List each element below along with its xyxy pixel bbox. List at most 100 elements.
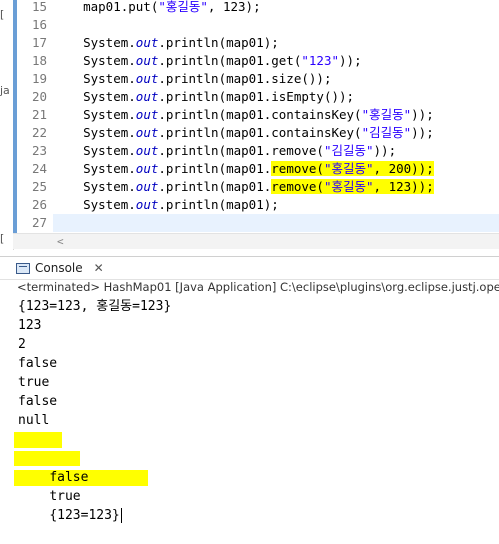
console-icon bbox=[16, 262, 30, 274]
output-line: {123=123, 홍길동=123} bbox=[18, 297, 499, 316]
line-number: 18 bbox=[31, 53, 47, 68]
output-text: true bbox=[18, 375, 50, 390]
static-field: out bbox=[135, 71, 159, 86]
line-number: 23 bbox=[31, 143, 47, 158]
line-number: 20 bbox=[31, 89, 47, 104]
output-text: false bbox=[18, 394, 58, 409]
line-number: 22 bbox=[31, 125, 47, 140]
line-number-gutter: 15 16 17 18 19 20 21 22 23 24 25 26 27 bbox=[17, 0, 53, 233]
static-field: out bbox=[135, 107, 159, 122]
string-literal: "홍길동" bbox=[323, 179, 374, 194]
output-line: null bbox=[18, 411, 499, 430]
string-literal: "김길동" bbox=[361, 125, 412, 140]
code-token: System. bbox=[53, 125, 136, 140]
code-token: System. bbox=[53, 71, 136, 86]
code-token: System. bbox=[53, 179, 136, 194]
code-token: .println(map01); bbox=[158, 197, 279, 212]
string-literal: "123" bbox=[301, 53, 340, 68]
static-field: out bbox=[135, 53, 159, 68]
code-line: System.out.println(map01); bbox=[53, 196, 279, 214]
code-line: map01.put("홍길동", 123); bbox=[53, 0, 261, 16]
string-literal: "김길동" bbox=[323, 143, 374, 158]
code-token: System. bbox=[53, 107, 136, 122]
highlighted-code: remove( bbox=[271, 161, 324, 176]
highlighted-code: , 200)); bbox=[373, 161, 434, 176]
line-number: 19 bbox=[31, 71, 47, 86]
static-field: out bbox=[135, 35, 159, 50]
scroll-left-icon[interactable]: < bbox=[57, 234, 64, 249]
code-token: .println(map01.remove( bbox=[158, 143, 324, 158]
code-token: System. bbox=[53, 53, 136, 68]
static-field: out bbox=[135, 125, 159, 140]
tab-console-label: Console bbox=[35, 261, 83, 275]
code-line: System.out.println(map01.containsKey("김길… bbox=[53, 124, 434, 142]
string-literal: "홍길동" bbox=[158, 0, 208, 14]
code-token: System. bbox=[53, 143, 136, 158]
output-text: {123=123, 홍길동=123} bbox=[18, 299, 172, 314]
code-token: System. bbox=[53, 161, 136, 176]
code-token: )); bbox=[373, 143, 397, 158]
code-line: System.out.println(map01.get("123")); bbox=[53, 52, 362, 70]
output-line: true bbox=[14, 449, 499, 504]
line-number: 15 bbox=[31, 0, 47, 14]
current-line-highlight bbox=[53, 214, 499, 232]
code-token: System. bbox=[53, 35, 136, 50]
line-number: 27 bbox=[31, 215, 47, 230]
static-field: out bbox=[135, 179, 159, 194]
output-text: true bbox=[49, 489, 81, 504]
line-number: 21 bbox=[31, 107, 47, 122]
highlight-marker bbox=[14, 432, 62, 448]
outer-left-fragment: [ bbox=[0, 8, 5, 21]
code-token: map01.put( bbox=[53, 0, 159, 14]
line-number: 25 bbox=[31, 179, 47, 194]
static-field: out bbox=[135, 161, 159, 176]
code-line: System.out.println(map01.remove("홍길동", 2… bbox=[53, 160, 434, 178]
close-icon[interactable]: ✕ bbox=[94, 261, 104, 275]
static-field: out bbox=[135, 89, 159, 104]
line-number: 26 bbox=[31, 197, 47, 212]
output-line: false bbox=[18, 392, 499, 411]
output-line: 2 bbox=[18, 335, 499, 354]
console-output[interactable]: {123=123, 홍길동=123} 123 2 false true fals… bbox=[14, 297, 499, 523]
code-token: .println(map01.isEmpty()); bbox=[158, 89, 355, 104]
code-token: , 123); bbox=[207, 0, 261, 14]
output-text: false bbox=[49, 470, 89, 485]
output-line: false bbox=[14, 430, 499, 485]
code-token: .println(map01.containsKey( bbox=[158, 107, 362, 122]
string-literal: "홍길동" bbox=[323, 161, 374, 176]
code-token: )); bbox=[411, 107, 434, 122]
code-area[interactable]: map01.put("홍길동", 123); System.out.printl… bbox=[53, 0, 499, 233]
code-token: .println(map01.get( bbox=[158, 53, 302, 68]
code-token: .println(map01); bbox=[158, 35, 279, 50]
horizontal-scrollbar[interactable]: < bbox=[13, 233, 499, 249]
code-token: )); bbox=[339, 53, 362, 68]
line-number: 16 bbox=[31, 17, 47, 32]
output-line: false bbox=[18, 354, 499, 373]
highlighted-code: remove( bbox=[271, 179, 324, 194]
code-token: )); bbox=[411, 125, 434, 140]
static-field: out bbox=[135, 143, 159, 158]
code-line: System.out.println(map01.remove("김길동")); bbox=[53, 142, 396, 160]
highlighted-code: , 123)); bbox=[373, 179, 434, 194]
output-line: true bbox=[18, 373, 499, 392]
tab-console[interactable]: Console ✕ bbox=[16, 259, 104, 277]
output-text: 123 bbox=[18, 318, 42, 333]
output-line: {123=123} bbox=[14, 468, 499, 523]
console-view-header: Console ✕ bbox=[0, 256, 499, 280]
output-text: 2 bbox=[18, 337, 26, 352]
code-line: System.out.println(map01.isEmpty()); bbox=[53, 88, 354, 106]
code-editor[interactable]: 15 16 17 18 19 20 21 22 23 24 25 26 27 m… bbox=[13, 0, 499, 233]
output-text: null bbox=[18, 413, 50, 428]
outer-left-panel: [ ja [ bbox=[0, 0, 14, 250]
output-text: false bbox=[18, 356, 58, 371]
console-status: <terminated> HashMap01 [Java Application… bbox=[17, 280, 499, 294]
code-line: System.out.println(map01.size()); bbox=[53, 70, 331, 88]
code-token: System. bbox=[53, 89, 136, 104]
highlight-marker bbox=[14, 451, 80, 466]
code-token: System. bbox=[53, 197, 136, 212]
line-number: 24 bbox=[31, 161, 47, 176]
code-token: .println(map01.containsKey( bbox=[158, 125, 362, 140]
output-line: 123 bbox=[18, 316, 499, 335]
code-line: System.out.println(map01.remove("홍길동", 1… bbox=[53, 178, 434, 196]
code-token: .println(map01.size()); bbox=[158, 71, 332, 86]
